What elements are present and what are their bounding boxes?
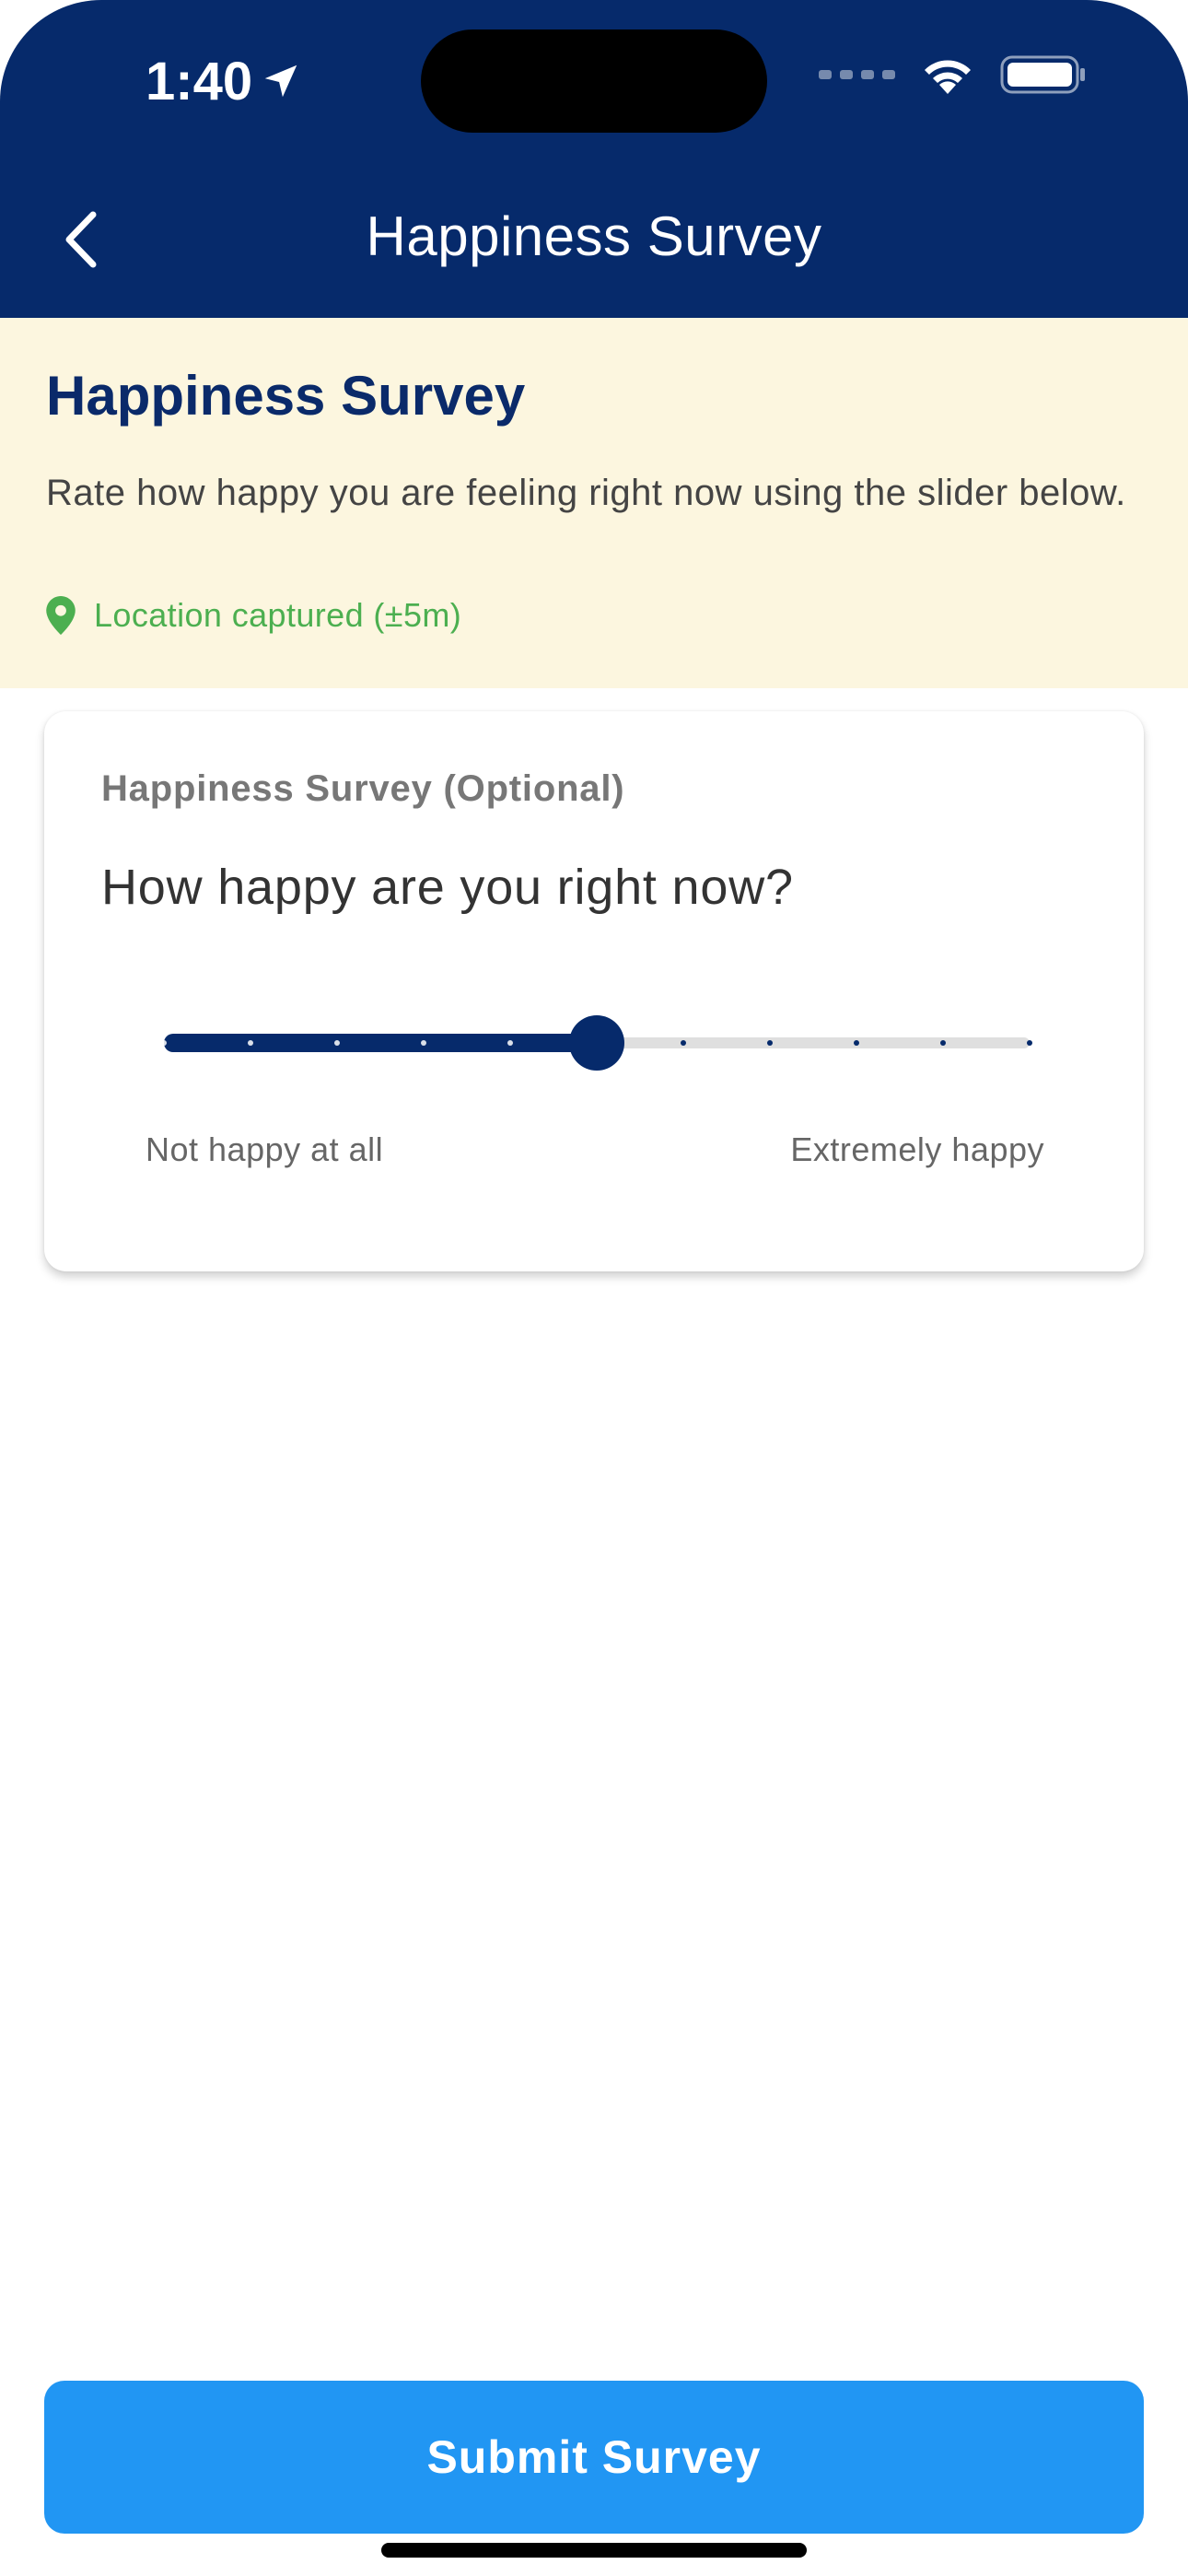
survey-question: How happy are you right now? [101, 860, 794, 915]
nav-title: Happiness Survey [366, 205, 822, 267]
slider-tick [940, 1040, 946, 1046]
slider-tick [334, 1040, 340, 1046]
slider-tick [507, 1040, 513, 1046]
survey-card: Happiness Survey (Optional) How happy ar… [44, 711, 1144, 1271]
slider-tick [421, 1040, 426, 1046]
location-status-text: Location captured (±5m) [94, 596, 462, 634]
status-bar-time: 1:40 [146, 46, 302, 116]
map-pin-icon [46, 596, 76, 635]
intro-title: Happiness Survey [46, 365, 526, 427]
intro-banner: Happiness Survey Rate how happy you are … [0, 318, 1188, 688]
slider-max-label: Extremely happy [790, 1130, 1044, 1168]
screen: 1:40 Happiness Survey Happiness Survey R… [0, 0, 1188, 2576]
intro-description: Rate how happy you are feeling right now… [46, 473, 1126, 513]
status-time-text: 1:40 [146, 51, 253, 111]
slider-tick [854, 1040, 859, 1046]
slider-tick [248, 1040, 253, 1046]
survey-card-label: Happiness Survey (Optional) [101, 768, 625, 809]
location-status: Location captured (±5m) [46, 596, 461, 635]
wifi-icon [925, 60, 971, 94]
submit-survey-button[interactable]: Submit Survey [44, 2381, 1144, 2534]
slider-tick [767, 1040, 773, 1046]
slider-thumb[interactable] [569, 1015, 624, 1071]
location-arrow-icon [264, 64, 297, 98]
status-bar-indicators [819, 53, 1087, 96]
happiness-slider[interactable] [161, 1015, 1032, 1071]
app-header: 1:40 Happiness Survey [0, 0, 1188, 318]
home-indicator [381, 2543, 807, 2558]
dynamic-island [421, 29, 767, 133]
slider-tick [161, 1040, 167, 1046]
slider-active-track [164, 1034, 597, 1052]
battery-icon [1000, 55, 1085, 94]
slider-tick [1027, 1040, 1032, 1046]
slider-tick [681, 1040, 686, 1046]
cellular-signal-icon [819, 70, 895, 79]
slider-min-label: Not happy at all [146, 1130, 384, 1168]
